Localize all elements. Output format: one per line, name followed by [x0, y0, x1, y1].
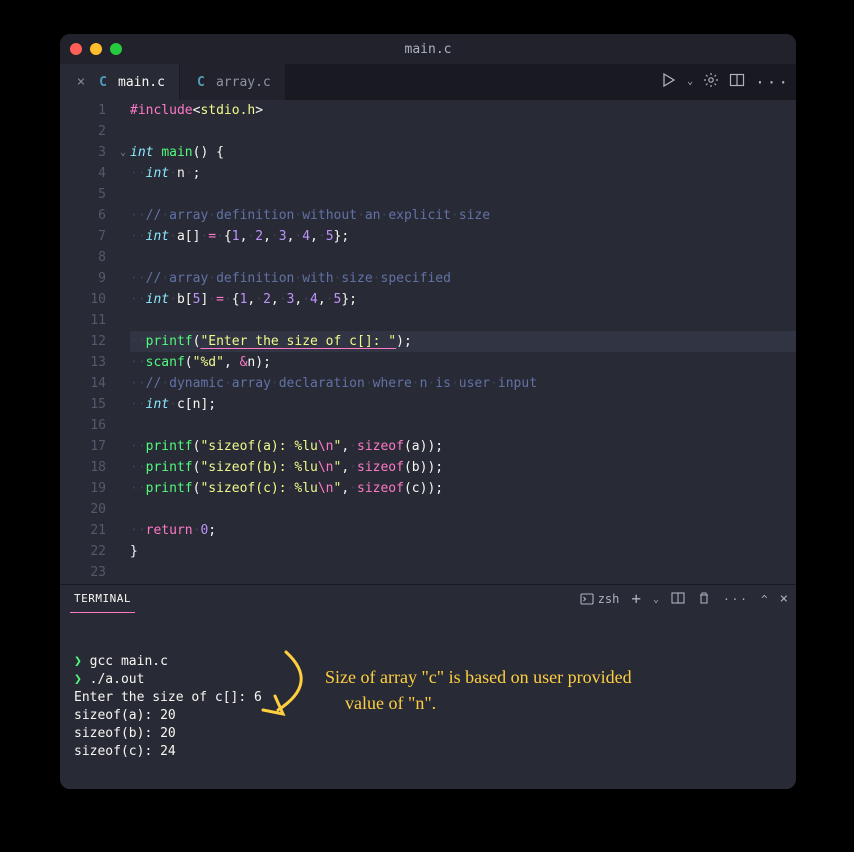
shell-select[interactable]: zsh	[580, 592, 620, 606]
window-title: main.c	[60, 42, 796, 57]
terminal-line: sizeof(c): 24	[74, 743, 782, 761]
more-icon[interactable]: ···	[755, 73, 790, 92]
run-icon[interactable]	[661, 72, 677, 92]
code-line[interactable]	[130, 310, 796, 331]
terminal-line: ❯ ./a.out	[74, 671, 782, 689]
code-line[interactable]: ··return·0;	[130, 520, 796, 541]
split-icon[interactable]	[671, 591, 685, 608]
code-editor[interactable]: 1234567891011121314151617181920212223 ⌄ …	[60, 100, 796, 584]
code-line[interactable]: ··printf("Enter the size of c[]: ");	[130, 331, 796, 352]
titlebar: main.c	[60, 34, 796, 64]
panel-tab-terminal[interactable]: TERMINAL	[70, 585, 135, 613]
editor-window: main.c × Cmain.c Carray.c ⌄ ··· 1234567891…	[60, 34, 796, 789]
fold-gutter: ⌄	[116, 100, 130, 584]
line-number-gutter: 1234567891011121314151617181920212223	[60, 100, 116, 584]
close-window-button[interactable]	[70, 43, 82, 55]
more-icon[interactable]: ···	[723, 593, 749, 606]
terminal-line: sizeof(b): 20	[74, 725, 782, 743]
panel-actions: zsh + ⌄ ··· ^ ×	[580, 585, 788, 613]
panel-tabbar: TERMINAL zsh + ⌄ ··· ^ ×	[60, 585, 796, 613]
editor-tabbar: × Cmain.c Carray.c ⌄ ···	[60, 64, 796, 100]
close-icon[interactable]: ×	[780, 591, 788, 607]
editor-toolbar: ⌄ ···	[661, 64, 790, 100]
code-line[interactable]: ··int·a[]·=·{1,·2,·3,·4,·5};	[130, 226, 796, 247]
code-line[interactable]	[130, 247, 796, 268]
code-line[interactable]: ··printf("sizeof(c):·%lu\n",·sizeof(c));	[130, 478, 796, 499]
terminal-line: sizeof(a): 20	[74, 707, 782, 725]
code-line[interactable]: int main() {	[130, 142, 796, 163]
code-line[interactable]	[130, 415, 796, 436]
chevron-down-icon[interactable]: ⌄	[653, 594, 659, 605]
code-area[interactable]: #include<stdio.h> int main() {··int·n·; …	[130, 100, 796, 584]
fold-icon[interactable]: ⌄	[120, 142, 126, 163]
code-line[interactable]	[130, 562, 796, 583]
terminal-line: Enter the size of c[]: 6	[74, 689, 782, 707]
code-line[interactable]: ··printf("sizeof(b):·%lu\n",·sizeof(b));	[130, 457, 796, 478]
editor-tab-array-c[interactable]: Carray.c	[180, 64, 286, 100]
code-line[interactable]	[130, 121, 796, 142]
terminal-line: ❯ gcc main.c	[74, 653, 782, 671]
code-line[interactable]	[130, 184, 796, 205]
trash-icon[interactable]	[697, 591, 711, 608]
terminal-output[interactable]: ❯ gcc main.c❯ ./a.outEnter the size of c…	[60, 613, 796, 789]
split-icon[interactable]	[729, 72, 745, 92]
chevron-up-icon[interactable]: ^	[761, 593, 768, 606]
code-line[interactable]	[130, 499, 796, 520]
code-line[interactable]: ··//·dynamic·array·declaration·where·n·i…	[130, 373, 796, 394]
code-line[interactable]: ··scanf("%d", &n);	[130, 352, 796, 373]
zoom-window-button[interactable]	[110, 43, 122, 55]
code-line[interactable]: ··//·array·definition·with·size·specifie…	[130, 268, 796, 289]
plus-icon[interactable]: +	[631, 592, 641, 606]
code-line[interactable]: ··int·b[5]·=·{1,·2,·3,·4,·5};	[130, 289, 796, 310]
tab-label: main.c	[118, 75, 165, 90]
tab-label: array.c	[216, 75, 271, 90]
code-line[interactable]: ··//·array·definition·without·an·explici…	[130, 205, 796, 226]
minimize-window-button[interactable]	[90, 43, 102, 55]
close-tab-icon[interactable]: ×	[74, 74, 88, 90]
window-controls	[70, 43, 122, 55]
c-lang-icon: C	[194, 75, 208, 89]
code-line[interactable]: }	[130, 541, 796, 562]
code-line[interactable]: ··printf("sizeof(a):·%lu\n",·sizeof(a));	[130, 436, 796, 457]
editor-tab-main-c[interactable]: × Cmain.c	[60, 64, 180, 100]
code-line[interactable]: ··int·c[n];	[130, 394, 796, 415]
c-lang-icon: C	[96, 75, 110, 89]
terminal-panel: TERMINAL zsh + ⌄ ··· ^ × ❯ gcc ma	[60, 584, 796, 789]
code-line[interactable]: ··int·n·;	[130, 163, 796, 184]
gear-icon[interactable]	[703, 72, 719, 92]
code-line[interactable]: #include<stdio.h>	[130, 100, 796, 121]
